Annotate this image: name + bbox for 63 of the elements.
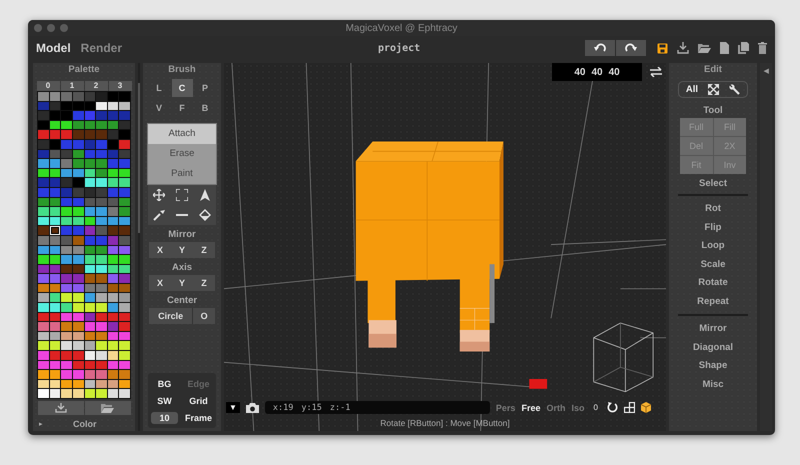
view-menu-button[interactable]: ▼	[226, 402, 240, 413]
section-title: Mirror	[168, 228, 196, 242]
edit-action-button[interactable]: Repeat	[697, 292, 729, 311]
section-title: Tool	[703, 104, 723, 118]
panel-title: Brush	[168, 63, 196, 77]
edit-action-button[interactable]: Flip	[704, 218, 722, 237]
size-value: 40	[591, 66, 603, 78]
palette-page-tab[interactable]: 0	[36, 81, 60, 91]
edit-menu-item[interactable]: Mirror	[699, 320, 727, 338]
mirror-axis-button[interactable]: Z	[193, 242, 215, 258]
axis-button[interactable]: X	[149, 275, 171, 291]
axis-button[interactable]: Z	[193, 275, 215, 291]
select-all-button[interactable]: All	[686, 84, 698, 95]
mode-tab[interactable]: Render	[80, 41, 122, 55]
mirror-axis-button[interactable]: Y	[171, 242, 193, 258]
display-toggle[interactable]: Frame	[180, 412, 216, 424]
center-button[interactable]: Circle	[149, 308, 194, 324]
panel-title: Palette	[68, 63, 100, 77]
brush-type-button[interactable]: L	[148, 79, 170, 97]
brush-mode-button[interactable]: Paint	[148, 164, 216, 184]
view-mode-option[interactable]: Iso	[571, 402, 584, 412]
brush-mode-button[interactable]: Attach	[148, 124, 216, 144]
mode-tab[interactable]: Model	[36, 41, 71, 55]
coordinate-value: x:19	[272, 402, 294, 412]
edit-menu-item[interactable]: Shape	[698, 357, 728, 376]
frame-field[interactable]: 10	[151, 412, 178, 424]
project-name: project	[378, 42, 420, 54]
edit-action-button[interactable]: Rotate	[698, 274, 728, 292]
size-value: 40	[608, 66, 620, 78]
size-value: 40	[574, 66, 586, 78]
edit-action-button[interactable]: Scale	[700, 256, 726, 274]
edit-menu-item[interactable]: Diagonal	[692, 338, 734, 357]
section-title: Select	[699, 177, 727, 191]
panel-title: Edit	[704, 63, 722, 77]
coordinate-value: y:15	[301, 402, 322, 412]
display-toggle[interactable]: Grid	[185, 394, 212, 406]
mirror-axis-button[interactable]: X	[149, 242, 171, 258]
view-mode-option[interactable]: Pers	[496, 402, 516, 412]
edit-menu-item[interactable]: Misc	[702, 376, 724, 394]
view-mode-option[interactable]: Free	[521, 402, 540, 412]
display-toggle[interactable]: BG	[154, 378, 176, 390]
section-title: Center	[166, 294, 198, 308]
edit-action-button[interactable]: Loop	[701, 237, 725, 256]
brush-type-button[interactable]: F	[172, 99, 192, 117]
axis-button[interactable]: Y	[171, 275, 193, 291]
palette-page-tab[interactable]: 1	[60, 81, 84, 91]
brush-type-button[interactable]: B	[194, 99, 216, 117]
palette-page-tab[interactable]: 3	[108, 81, 132, 91]
palette-page-tab[interactable]: 2	[84, 81, 108, 91]
zoom-value: 0	[593, 403, 598, 412]
brush-mode-button[interactable]: Erase	[148, 144, 216, 164]
window-title: MagicaVoxel @ Ephtracy	[346, 22, 458, 34]
coordinate-value: z:-1	[330, 402, 350, 412]
section-title: Axis	[172, 261, 192, 275]
edit-action-button[interactable]: Rot	[705, 200, 721, 218]
view-mode-option[interactable]: Orth	[546, 402, 566, 412]
center-button[interactable]: O	[193, 308, 215, 324]
color-section-label: Color	[73, 419, 96, 429]
brush-type-button[interactable]: P	[194, 79, 216, 97]
model-size-field[interactable]: 40 40 40	[552, 63, 642, 81]
brush-type-button[interactable]: V	[148, 99, 170, 117]
brush-type-button[interactable]: C	[172, 79, 192, 97]
display-toggle[interactable]: SW	[153, 394, 176, 406]
